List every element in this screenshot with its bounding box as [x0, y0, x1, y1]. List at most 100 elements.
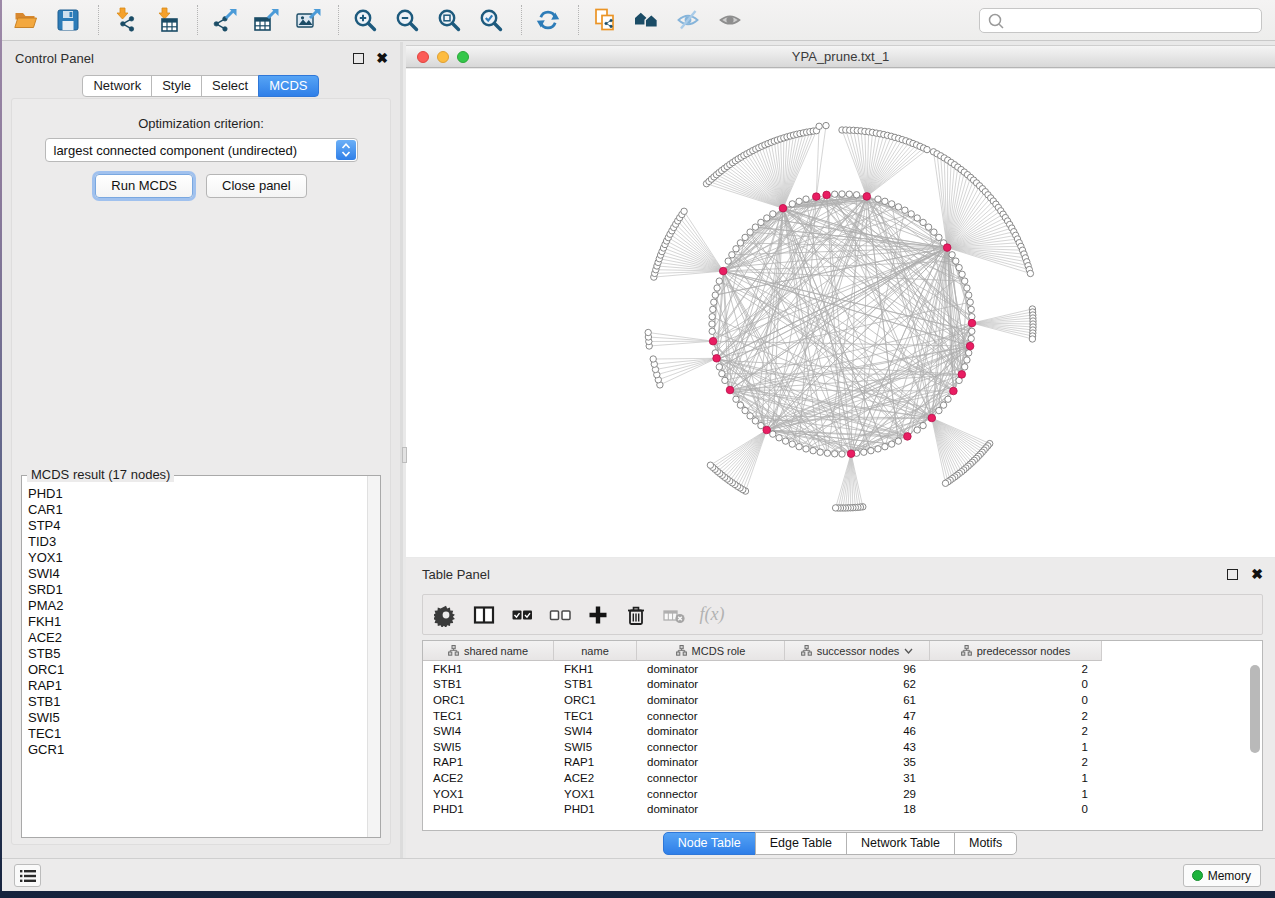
toolbar-separator — [197, 5, 198, 35]
export-table-icon[interactable] — [250, 6, 281, 34]
table-row[interactable]: SWI4SWI4dominator462 — [423, 723, 1262, 739]
search-input[interactable] — [979, 8, 1262, 33]
tab-style[interactable]: Style — [151, 75, 202, 97]
zoom-in-icon[interactable] — [349, 6, 380, 34]
import-table-icon[interactable] — [151, 6, 182, 34]
cell: connector — [637, 710, 785, 722]
zoom-fit-icon[interactable] — [433, 6, 464, 34]
mcds-result-item[interactable]: SRD1 — [23, 582, 379, 598]
mcds-tab-content: Optimization criterion: largest connecte… — [11, 98, 391, 845]
cell: 35 — [785, 756, 930, 768]
hide-eye-icon[interactable] — [673, 6, 704, 34]
network-canvas[interactable] — [406, 69, 1275, 557]
table-row[interactable]: ACE2ACE2connector311 — [423, 770, 1262, 786]
column-header-shared-name[interactable]: shared name — [423, 641, 554, 661]
tab-network[interactable]: Network — [82, 75, 152, 97]
network-window-titlebar: YPA_prune.txt_1 — [406, 45, 1275, 68]
cell: SWI5 — [423, 741, 554, 753]
tab-edge-table[interactable]: Edge Table — [755, 832, 847, 855]
memory-button[interactable]: Memory — [1183, 864, 1261, 887]
import-network-icon[interactable] — [109, 6, 140, 34]
save-icon[interactable] — [52, 6, 83, 34]
select-all-icon[interactable] — [507, 600, 537, 630]
clone-network-icon[interactable] — [589, 6, 620, 34]
close-panel-button[interactable]: Close panel — [206, 174, 307, 198]
export-network-icon[interactable] — [208, 6, 239, 34]
mcds-result-item[interactable]: SWI4 — [23, 566, 379, 582]
column-header-successor-nodes[interactable]: successor nodes — [785, 641, 930, 661]
fx-icon[interactable]: f(x) — [697, 600, 727, 630]
cell: dominator — [637, 663, 785, 675]
open-folder-icon[interactable] — [10, 6, 41, 34]
mcds-result-item[interactable]: RAP1 — [23, 678, 379, 694]
column-header-predecessor-nodes[interactable]: predecessor nodes — [930, 641, 1102, 661]
delete-table-icon[interactable] — [659, 600, 689, 630]
home-views-icon[interactable] — [631, 6, 662, 34]
optimization-criterion-select[interactable]: largest connected component (undirected) — [45, 138, 358, 162]
tab-motifs[interactable]: Motifs — [954, 832, 1017, 855]
zoom-selected-icon[interactable] — [475, 6, 506, 34]
table-row[interactable]: ORC1ORC1dominator610 — [423, 692, 1262, 708]
mcds-result-item[interactable]: PMA2 — [23, 598, 379, 614]
cell: 43 — [785, 741, 930, 753]
mcds-result-item[interactable]: STB5 — [23, 646, 379, 662]
export-image-icon[interactable] — [292, 6, 323, 34]
memory-status-dot — [1192, 870, 1203, 881]
table-row[interactable]: YOX1YOX1connector291 — [423, 786, 1262, 802]
table-row[interactable]: SWI5SWI5connector431 — [423, 739, 1262, 755]
splitter-handle[interactable] — [402, 447, 407, 463]
split-pane-icon[interactable] — [469, 600, 499, 630]
mcds-result-item[interactable]: STB1 — [23, 694, 379, 710]
table-toolbar: f(x) — [422, 594, 1263, 635]
mcds-result-item[interactable]: STP4 — [23, 518, 379, 534]
cell: dominator — [637, 756, 785, 768]
table-row[interactable]: FKH1FKH1dominator962 — [423, 661, 1262, 677]
gear-icon[interactable] — [431, 600, 461, 630]
table-row[interactable]: TEC1TEC1connector472 — [423, 708, 1262, 724]
mcds-result-item[interactable]: CAR1 — [23, 502, 379, 518]
cell: 31 — [785, 772, 930, 784]
task-history-button[interactable] — [14, 864, 41, 887]
table-scrollbar[interactable] — [1250, 665, 1260, 753]
table-row[interactable]: PHD1PHD1dominator180 — [423, 801, 1262, 817]
show-eye-icon[interactable] — [715, 6, 746, 34]
mcds-result-item[interactable]: ORC1 — [23, 662, 379, 678]
mcds-result-item[interactable]: SWI5 — [23, 710, 379, 726]
cell: SWI5 — [554, 741, 637, 753]
control-panel-title: Control Panel — [15, 51, 353, 66]
cell: 29 — [785, 788, 930, 800]
trash-icon[interactable] — [621, 600, 651, 630]
mcds-result-item[interactable]: FKH1 — [23, 614, 379, 630]
mcds-result-item[interactable]: TID3 — [23, 534, 379, 550]
network-graph[interactable] — [406, 69, 1275, 557]
mcds-result-item[interactable]: TEC1 — [23, 726, 379, 742]
column-header-name[interactable]: name — [554, 641, 637, 661]
table-row[interactable]: RAP1RAP1dominator352 — [423, 755, 1262, 771]
run-mcds-button[interactable]: Run MCDS — [95, 174, 193, 198]
mcds-result-item[interactable]: YOX1 — [23, 550, 379, 566]
tab-node-table[interactable]: Node Table — [663, 832, 756, 855]
table-panel: Table Panel ✖ f(x) shared namenameMCDS r… — [406, 558, 1275, 858]
table-row[interactable]: STB1STB1dominator620 — [423, 677, 1262, 693]
refresh-icon[interactable] — [532, 6, 563, 34]
cell: 0 — [930, 803, 1102, 815]
result-list-scrollbar[interactable] — [367, 476, 380, 837]
column-header-MCDS-role[interactable]: MCDS role — [637, 641, 785, 661]
float-panel-icon[interactable] — [353, 53, 364, 64]
zoom-out-icon[interactable] — [391, 6, 422, 34]
search-icon — [987, 12, 1004, 29]
table-close-icon[interactable]: ✖ — [1251, 569, 1263, 580]
tab-select[interactable]: Select — [201, 75, 259, 97]
unselect-all-icon[interactable] — [545, 600, 575, 630]
mcds-result-item[interactable]: PHD1 — [23, 486, 379, 502]
tab-network-table[interactable]: Network Table — [846, 832, 955, 855]
toolbar-separator — [338, 5, 339, 35]
tab-mcds[interactable]: MCDS — [258, 75, 318, 97]
table-header-row: shared namenameMCDS rolesuccessor nodesp… — [423, 641, 1262, 661]
mcds-result-item[interactable]: GCR1 — [23, 742, 379, 758]
close-panel-icon[interactable]: ✖ — [376, 53, 388, 64]
plus-icon[interactable] — [583, 600, 613, 630]
cell: ORC1 — [554, 694, 637, 706]
mcds-result-item[interactable]: ACE2 — [23, 630, 379, 646]
table-float-icon[interactable] — [1227, 569, 1238, 580]
